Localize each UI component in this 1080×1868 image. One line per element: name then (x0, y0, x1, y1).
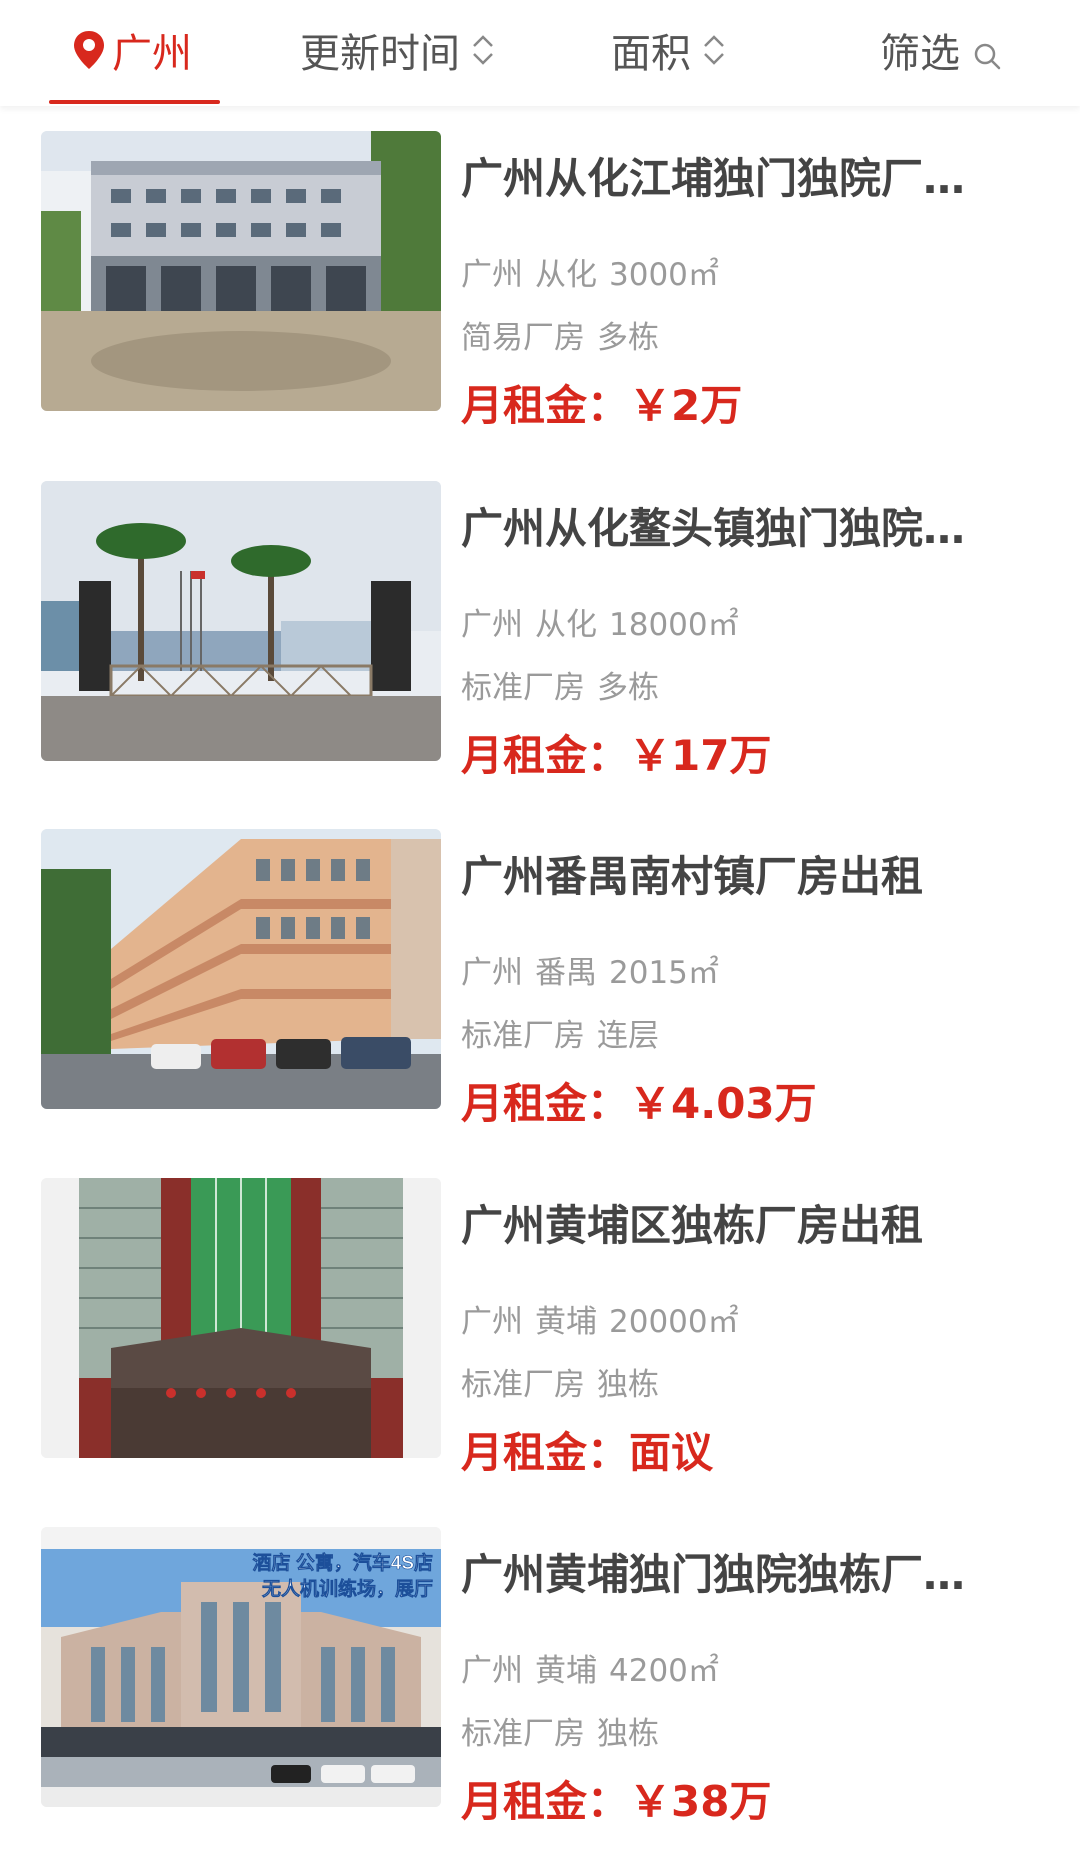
listing-thumbnail[interactable]: 酒店 公寓，汽车4S店 无人机训练场，展厅 (41, 1527, 441, 1807)
listing-building: 连层 (597, 1018, 659, 1054)
listing-type: 标准厂房 (461, 670, 585, 706)
sort-updown-icon (701, 32, 727, 68)
listing-thumbnail[interactable] (41, 481, 441, 761)
listing-price: 月租金：面议 (461, 1419, 713, 1480)
price-value: ￥2万 (629, 381, 743, 430)
listing-type: 标准厂房 (461, 1367, 585, 1403)
listing-type-info: 标准厂房 独栋 (461, 1708, 659, 1753)
listing-card[interactable]: 广州番禺南村镇厂房出租 广州 番禺 2015㎡ 标准厂房 连层 月租金：￥4.03万 (0, 829, 1080, 1129)
listing-district: 从化 (535, 257, 597, 293)
listing-building: 独栋 (597, 1716, 659, 1752)
listing-title[interactable]: 广州黄埔区独栋厂房出租 (461, 1192, 1003, 1253)
listing-city: 广州 (461, 1653, 523, 1689)
listing-area: 20000㎡ (609, 1304, 739, 1340)
listing-building: 独栋 (597, 1367, 659, 1403)
orange-stripe-factory-building-photo (41, 829, 441, 1109)
listing-type: 简易厂房 (461, 320, 585, 356)
listing-area: 2015㎡ (609, 955, 719, 991)
photo-overlay-caption: 酒店 公寓，汽车4S店 (252, 1551, 433, 1574)
listing-location-area: 广州 黄埔 20000㎡ (461, 1296, 739, 1341)
listing-area: 4200㎡ (609, 1653, 719, 1689)
listing-type: 标准厂房 (461, 1716, 585, 1752)
photo-overlay-caption: 无人机训练场，展厅 (262, 1577, 433, 1600)
listing-location-area: 广州 从化 18000㎡ (461, 599, 739, 644)
price-label: 月租金： (461, 1428, 630, 1477)
white-multistory-factory-photo (41, 131, 441, 411)
city-filter-label: 广州 (112, 31, 192, 77)
listing-type-info: 标准厂房 连层 (461, 1010, 659, 1055)
listing-area: 3000㎡ (609, 257, 719, 293)
search-icon (972, 35, 1002, 70)
screen-label: 筛选 (880, 31, 960, 77)
price-label: 月租金： (461, 1777, 630, 1826)
listing-city: 广州 (461, 257, 523, 293)
listing-city: 广州 (461, 955, 523, 991)
update-time-label: 更新时间 (300, 31, 460, 77)
green-glass-tower-photo (41, 1178, 441, 1458)
active-tab-underline (49, 100, 220, 104)
listing-thumbnail[interactable] (41, 1178, 441, 1458)
price-value: ￥17万 (629, 731, 772, 780)
price-label: 月租金： (461, 1079, 630, 1128)
filter-bar: 广州 更新时间 面积 筛选 (0, 0, 1080, 106)
area-label: 面积 (611, 31, 691, 77)
price-value: ￥38万 (629, 1777, 772, 1826)
listing-thumbnail[interactable] (41, 131, 441, 411)
listing-location-area: 广州 从化 3000㎡ (461, 249, 719, 294)
city-filter[interactable]: 广州 (72, 0, 192, 100)
listing-type-info: 标准厂房 多栋 (461, 662, 659, 707)
listing-location-area: 广州 番禺 2015㎡ (461, 947, 719, 992)
listing-district: 从化 (535, 607, 597, 643)
listing-card[interactable]: 广州黄埔区独栋厂房出租 广州 黄埔 20000㎡ 标准厂房 独栋 月租金：面议 (0, 1178, 1080, 1478)
listing-price: 月租金：￥2万 (461, 372, 742, 433)
listing-type-info: 简易厂房 多栋 (461, 312, 659, 357)
price-label: 月租金： (461, 381, 630, 430)
listing-card[interactable]: 广州从化江埔独门独院厂房出租 广州 从化 3000㎡ 简易厂房 多栋 月租金：￥2万 (0, 131, 1080, 431)
listing-district: 黄埔 (535, 1653, 597, 1689)
listing-price: 月租金：￥17万 (461, 722, 771, 783)
listing-area: 18000㎡ (609, 607, 739, 643)
listing-title[interactable]: 广州黄埔独门独院独栋厂房出租 (461, 1541, 1003, 1602)
listing-building: 多栋 (597, 670, 659, 706)
location-pin-icon (72, 29, 106, 71)
listing-type-info: 标准厂房 独栋 (461, 1359, 659, 1404)
price-value: 面议 (629, 1428, 714, 1477)
listing-price: 月租金：￥4.03万 (461, 1070, 817, 1131)
listing-type: 标准厂房 (461, 1018, 585, 1054)
price-label: 月租金： (461, 731, 630, 780)
listing-location-area: 广州 黄埔 4200㎡ (461, 1645, 719, 1690)
listing-title[interactable]: 广州从化鳌头镇独门独院厂房出租 (461, 495, 1003, 556)
listing-district: 黄埔 (535, 1304, 597, 1340)
hotel-showroom-building-photo: 酒店 公寓，汽车4S店 无人机训练场，展厅 (41, 1527, 441, 1807)
factory-gate-palm-trees-photo (41, 481, 441, 761)
listing-city: 广州 (461, 607, 523, 643)
listing-card[interactable]: 广州从化鳌头镇独门独院厂房出租 广州从化 18000㎡ 标准厂房多栋 月租金：￥1… (0, 481, 1080, 781)
listing-title[interactable]: 广州从化江埔独门独院厂房出租 (461, 145, 1003, 206)
price-value: ￥4.03万 (629, 1079, 817, 1128)
listing-title[interactable]: 广州番禺南村镇厂房出租 (461, 843, 1003, 904)
listing-price: 月租金：￥38万 (461, 1768, 771, 1829)
listing-thumbnail[interactable] (41, 829, 441, 1109)
sort-updown-icon (470, 32, 496, 68)
listing-building: 多栋 (597, 320, 659, 356)
area-sort[interactable]: 面积 (611, 0, 727, 100)
update-time-sort[interactable]: 更新时间 (300, 0, 496, 100)
listing-card[interactable]: 酒店 公寓，汽车4S店 无人机训练场，展厅 广州黄埔独门独院独栋厂房出租 广州黄… (0, 1527, 1080, 1827)
listing-city: 广州 (461, 1304, 523, 1340)
listing-district: 番禺 (535, 955, 597, 991)
screen-filter[interactable]: 筛选 (880, 0, 1002, 100)
